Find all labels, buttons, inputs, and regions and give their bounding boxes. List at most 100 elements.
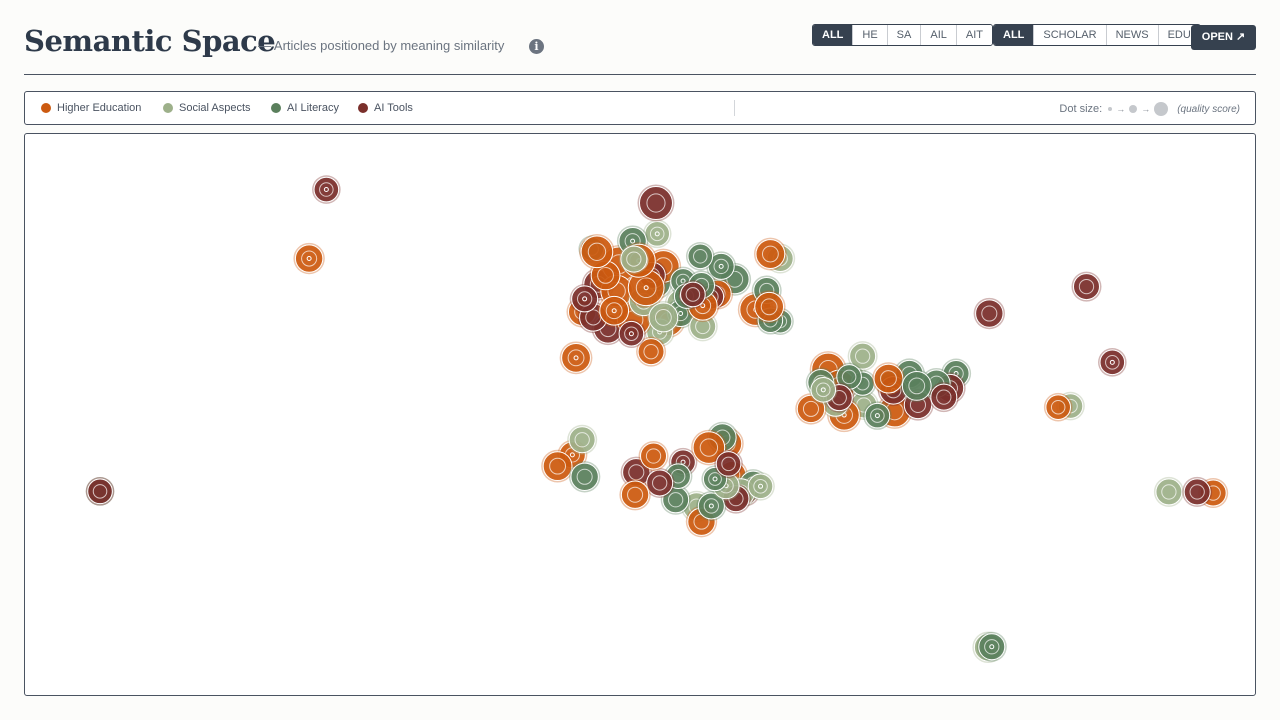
scatter-point[interactable]: [597, 294, 631, 328]
scatter-point-dot: [294, 244, 324, 273]
scatter-point[interactable]: [567, 424, 598, 455]
size-legend: Dot size: → → (quality score): [1059, 102, 1240, 116]
scatter-point-dot: [810, 377, 837, 403]
scatter-point[interactable]: [928, 382, 959, 413]
scatter-point[interactable]: [753, 237, 787, 271]
scatter-point-dot: [1045, 394, 1071, 421]
scatter-point[interactable]: [85, 477, 115, 506]
legend-item-ai-literacy[interactable]: AI Literacy: [271, 102, 339, 114]
scatter-point[interactable]: [1182, 476, 1213, 507]
scatter-point-dot: [620, 245, 648, 273]
scatter-point-dot: [599, 295, 630, 326]
scatter-point[interactable]: [976, 631, 1007, 662]
scatter-point-dot: [580, 235, 614, 269]
arrow-right-icon: →: [1141, 104, 1151, 114]
scatter-point-dot: [755, 239, 786, 269]
legend-label: Higher Education: [57, 102, 142, 114]
scatter-point[interactable]: [646, 301, 680, 334]
scatter-point-dot: [640, 442, 668, 470]
legend-dot: [41, 103, 51, 113]
scatter-plot[interactable]: [24, 133, 1256, 696]
scatter-point[interactable]: [618, 244, 649, 275]
source-filter: ALL SCHOLAR NEWS EDU: [993, 24, 1201, 46]
scatter-point[interactable]: [973, 297, 1006, 330]
scatter-point[interactable]: [1153, 476, 1184, 507]
topic-filter-sa[interactable]: SA: [886, 25, 921, 45]
scatter-point[interactable]: [619, 479, 651, 511]
scatter-point-dot: [313, 176, 340, 203]
scatter-point[interactable]: [746, 472, 775, 501]
scatter-point[interactable]: [579, 234, 615, 270]
source-filter-all[interactable]: ALL: [994, 25, 1034, 45]
scatter-point[interactable]: [559, 341, 593, 375]
scatter-point-dot: [873, 363, 904, 394]
scatter-point-dot: [618, 320, 645, 347]
scatter-point-dot: [571, 285, 599, 313]
scatter-point[interactable]: [1071, 271, 1102, 302]
legend-dot: [358, 103, 368, 113]
scatter-point[interactable]: [714, 449, 743, 479]
scatter-point[interactable]: [808, 375, 838, 405]
scatter-point[interactable]: [637, 184, 675, 222]
scatter-point-dot: [978, 633, 1006, 661]
scatter-point-dot: [754, 291, 785, 322]
scatter-svg[interactable]: [25, 134, 1255, 695]
topic-filter-ail[interactable]: AIL: [920, 25, 956, 45]
info-icon[interactable]: i: [529, 39, 544, 54]
topic-filter-he[interactable]: HE: [852, 25, 887, 45]
scatter-point[interactable]: [752, 290, 786, 324]
scatter-point-dot: [901, 370, 932, 401]
scatter-point[interactable]: [638, 441, 669, 472]
scatter-point-dot: [864, 402, 891, 429]
open-button[interactable]: OPEN ↗: [1191, 25, 1256, 50]
scatter-point[interactable]: [872, 362, 905, 395]
scatter-point-dot: [1099, 349, 1126, 376]
scatter-point[interactable]: [678, 280, 708, 309]
scatter-point-dot: [1183, 478, 1211, 506]
scatter-point[interactable]: [293, 242, 325, 275]
scatter-point-dot: [687, 243, 714, 270]
scatter-point-dot: [747, 473, 774, 500]
scatter-point-dot: [638, 186, 673, 221]
scatter-point-dot: [975, 299, 1004, 328]
legend-dot: [163, 103, 173, 113]
legend-item-ai-tools[interactable]: AI Tools: [358, 102, 413, 114]
scatter-point-dot: [930, 383, 958, 411]
scatter-point-dot: [646, 469, 674, 497]
legend-label: AI Tools: [374, 102, 413, 114]
scatter-point-dot: [644, 221, 671, 247]
scatter-point-dot: [570, 462, 599, 491]
page-title: Semantic Space: [24, 24, 276, 58]
source-filter-scholar[interactable]: SCHOLAR: [1033, 25, 1106, 45]
scatter-point[interactable]: [569, 283, 600, 314]
scatter-point[interactable]: [863, 401, 892, 430]
scatter-point[interactable]: [685, 241, 715, 271]
source-filter-news[interactable]: NEWS: [1105, 25, 1158, 45]
scatter-point-dot: [1155, 478, 1183, 506]
scatter-point-dot: [648, 302, 679, 333]
size-small-icon: [1108, 107, 1113, 111]
scatter-point-dot: [542, 451, 573, 482]
scatter-point-dot: [680, 281, 706, 308]
header: Semantic Space — Articles positioned by …: [24, 20, 1256, 75]
size-medium-icon: [1129, 105, 1138, 113]
scatter-point-dot: [620, 480, 650, 509]
legend-divider: [734, 100, 735, 116]
page-subtitle: — Articles positioned by meaning similar…: [258, 38, 505, 53]
size-legend-label: Dot size:: [1059, 103, 1103, 115]
scatter-point[interactable]: [900, 369, 934, 403]
size-legend-note: (quality score): [1177, 103, 1240, 115]
legend-dot: [271, 103, 281, 113]
legend-item-higher-education[interactable]: Higher Education: [41, 102, 141, 114]
scatter-point[interactable]: [1043, 392, 1073, 422]
topic-filter-all[interactable]: ALL: [813, 25, 853, 45]
scatter-point[interactable]: [312, 175, 341, 204]
scatter-point[interactable]: [568, 461, 601, 493]
legend-item-social-aspects[interactable]: Social Aspects: [163, 102, 251, 114]
legend-label: Social Aspects: [179, 102, 251, 114]
scatter-point[interactable]: [1098, 348, 1127, 377]
arrow-right-icon: →: [1116, 104, 1126, 114]
header-divider: [24, 74, 1256, 75]
size-large-icon: [1154, 102, 1169, 116]
topic-filter-ait[interactable]: AIT: [955, 25, 992, 45]
